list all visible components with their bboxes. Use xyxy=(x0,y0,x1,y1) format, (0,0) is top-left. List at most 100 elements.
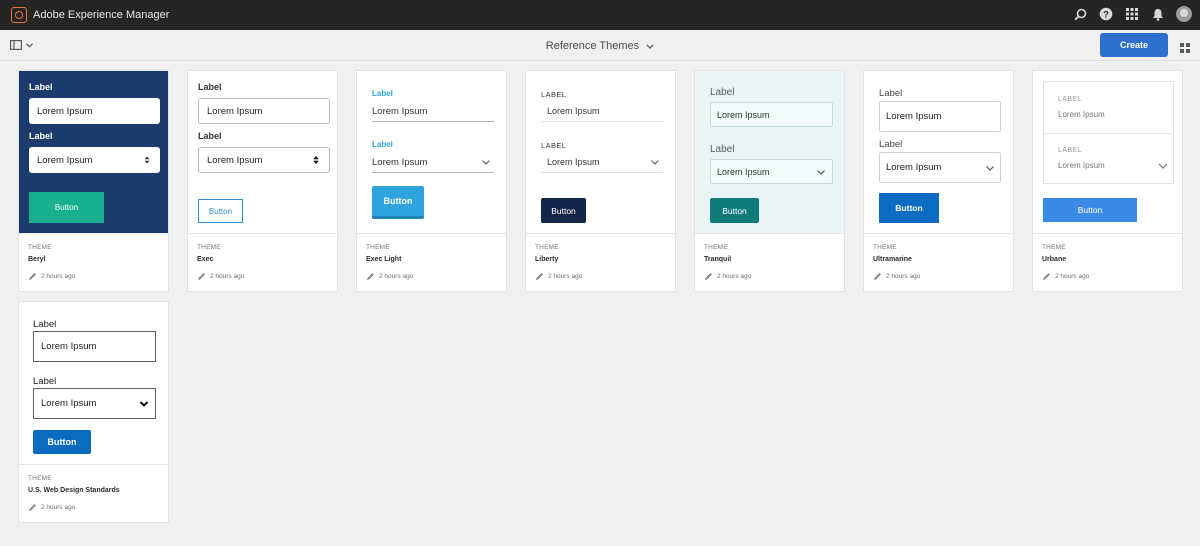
select-arrows-icon xyxy=(313,156,319,164)
card-meta: THEME Ultramarine 2 hours ago xyxy=(864,233,1013,291)
chevron-down-icon xyxy=(986,165,994,171)
modified-time: 2 hours ago xyxy=(41,273,76,280)
chevron-down-icon xyxy=(817,169,825,175)
aem-logo-icon[interactable] xyxy=(11,7,27,23)
global-nav-bar: Adobe Experience Manager ? xyxy=(0,0,1200,30)
card-type-label: THEME xyxy=(197,244,221,251)
card-type-label: THEME xyxy=(704,244,728,251)
preview-label: LABEL xyxy=(541,141,567,150)
card-meta: THEME Exec Light 2 hours ago xyxy=(357,233,506,291)
preview-select: Lorem Ipsum xyxy=(33,388,156,419)
page-title[interactable]: Reference Themes xyxy=(546,40,639,52)
chevron-down-icon xyxy=(26,42,33,48)
rail-toggle[interactable] xyxy=(10,40,33,50)
preview-select: Lorem Ipsum xyxy=(879,152,1001,183)
theme-name: Urbane xyxy=(1042,256,1067,263)
preview-button: Button xyxy=(33,430,91,454)
theme-card-urbane[interactable]: LABEL Lorem Ipsum LABEL Lorem Ipsum Butt… xyxy=(1032,70,1183,292)
modified-time: 2 hours ago xyxy=(886,273,921,280)
theme-card-liberty[interactable]: LABEL Lorem Ipsum LABEL Lorem Ipsum Butt… xyxy=(525,70,676,292)
edit-pencil-icon xyxy=(874,273,881,280)
search-icon[interactable] xyxy=(1072,6,1088,22)
theme-card-tranquil[interactable]: Label Lorem Ipsum Label Lorem Ipsum Butt… xyxy=(694,70,845,292)
card-meta: THEME Beryl 2 hours ago xyxy=(19,233,168,291)
user-avatar[interactable] xyxy=(1176,6,1192,22)
preview-text-field: Lorem Ipsum xyxy=(1058,110,1105,119)
avatar-icon xyxy=(1176,6,1192,22)
preview-button: Button xyxy=(1043,198,1137,222)
preview-label: Label xyxy=(879,88,903,99)
preview-label: Label xyxy=(710,144,735,155)
preview-label: Label xyxy=(879,139,903,150)
theme-preview: Label Lorem Ipsum Label Lorem Ipsum Butt… xyxy=(19,71,168,233)
preview-button: Button xyxy=(29,192,104,223)
modified-time: 2 hours ago xyxy=(548,273,583,280)
chevron-down-icon xyxy=(651,160,659,165)
modified-time: 2 hours ago xyxy=(717,273,752,280)
edit-pencil-icon xyxy=(536,273,543,280)
theme-name: Liberty xyxy=(535,256,559,263)
theme-name: Exec Light xyxy=(366,256,402,263)
preview-label: LABEL xyxy=(1058,96,1082,103)
preview-button: Button xyxy=(198,199,243,223)
card-type-label: THEME xyxy=(366,244,390,251)
preview-select: Lorem Ipsum xyxy=(29,147,160,173)
preview-label: Label xyxy=(372,140,393,149)
side-panel-icon xyxy=(10,40,22,50)
theme-preview: Label Lorem Ipsum Label Lorem Ipsum Butt… xyxy=(19,302,168,464)
preview-select: Lorem Ipsum xyxy=(1058,157,1168,174)
theme-preview: Label Lorem Ipsum Label Lorem Ipsum Butt… xyxy=(695,71,844,233)
preview-text-field: Lorem Ipsum xyxy=(541,101,663,122)
solutions-grid-icon[interactable] xyxy=(1124,6,1140,22)
create-button[interactable]: Create xyxy=(1100,33,1168,57)
card-type-label: THEME xyxy=(1042,244,1066,251)
chevron-down-icon xyxy=(482,160,490,165)
modified-time: 2 hours ago xyxy=(41,504,76,511)
chevron-down-icon[interactable] xyxy=(646,43,654,49)
notifications-bell-icon[interactable] xyxy=(1150,6,1166,22)
card-meta: THEME Tranquil 2 hours ago xyxy=(695,233,844,291)
theme-card-exec-light[interactable]: Label Lorem Ipsum Label Lorem Ipsum Butt… xyxy=(356,70,507,292)
card-type-label: THEME xyxy=(873,244,897,251)
theme-preview: Label Lorem Ipsum Label Lorem Ipsum Butt… xyxy=(357,71,506,233)
preview-label: LABEL xyxy=(1058,147,1082,154)
help-icon[interactable]: ? xyxy=(1098,6,1114,22)
preview-label: Label xyxy=(372,89,393,98)
preview-select: Lorem Ipsum xyxy=(198,147,330,173)
view-switcher-icon[interactable] xyxy=(1180,40,1190,58)
preview-label: LABEL xyxy=(541,90,567,99)
chevron-down-icon xyxy=(1158,163,1168,169)
theme-card-beryl[interactable]: Label Lorem Ipsum Label Lorem Ipsum Butt… xyxy=(18,70,169,292)
edit-pencil-icon xyxy=(367,273,374,280)
preview-label: Label xyxy=(33,319,57,330)
card-meta: THEME Liberty 2 hours ago xyxy=(526,233,675,291)
card-meta: THEME Exec 2 hours ago xyxy=(188,233,337,291)
modified-time: 2 hours ago xyxy=(379,273,414,280)
preview-button: Button xyxy=(879,193,939,223)
theme-card-us-web-design-standards[interactable]: Label Lorem Ipsum Label Lorem Ipsum Butt… xyxy=(18,301,169,523)
preview-label: Label xyxy=(29,131,53,141)
edit-pencil-icon xyxy=(705,273,712,280)
preview-text-field: Lorem Ipsum xyxy=(710,102,833,127)
action-bar: Reference Themes Create xyxy=(0,30,1200,61)
theme-preview: LABEL Lorem Ipsum LABEL Lorem Ipsum Butt… xyxy=(526,71,675,233)
modified-time: 2 hours ago xyxy=(210,273,245,280)
theme-card-ultramarine[interactable]: Label Lorem Ipsum Label Lorem Ipsum Butt… xyxy=(863,70,1014,292)
preview-button: Button xyxy=(372,186,424,219)
preview-button: Button xyxy=(710,198,759,223)
theme-card-exec[interactable]: Label Lorem Ipsum Label Lorem Ipsum Butt… xyxy=(187,70,338,292)
preview-form-panel: LABEL Lorem Ipsum LABEL Lorem Ipsum xyxy=(1043,81,1174,184)
card-meta: THEME Urbane 2 hours ago xyxy=(1033,233,1182,291)
preview-label: Label xyxy=(29,82,53,92)
select-arrows-icon xyxy=(144,156,150,164)
theme-preview: LABEL Lorem Ipsum LABEL Lorem Ipsum Butt… xyxy=(1033,71,1182,233)
preview-label: Label xyxy=(33,376,57,387)
app-title[interactable]: Adobe Experience Manager xyxy=(33,9,169,21)
theme-name: U.S. Web Design Standards xyxy=(28,487,120,494)
preview-button: Button xyxy=(541,198,586,223)
theme-preview: Label Lorem Ipsum Label Lorem Ipsum Butt… xyxy=(864,71,1013,233)
preview-label: Label xyxy=(710,87,735,98)
card-meta: THEME U.S. Web Design Standards 2 hours … xyxy=(19,464,168,522)
theme-name: Ultramarine xyxy=(873,256,912,263)
preview-label: Label xyxy=(198,82,222,92)
